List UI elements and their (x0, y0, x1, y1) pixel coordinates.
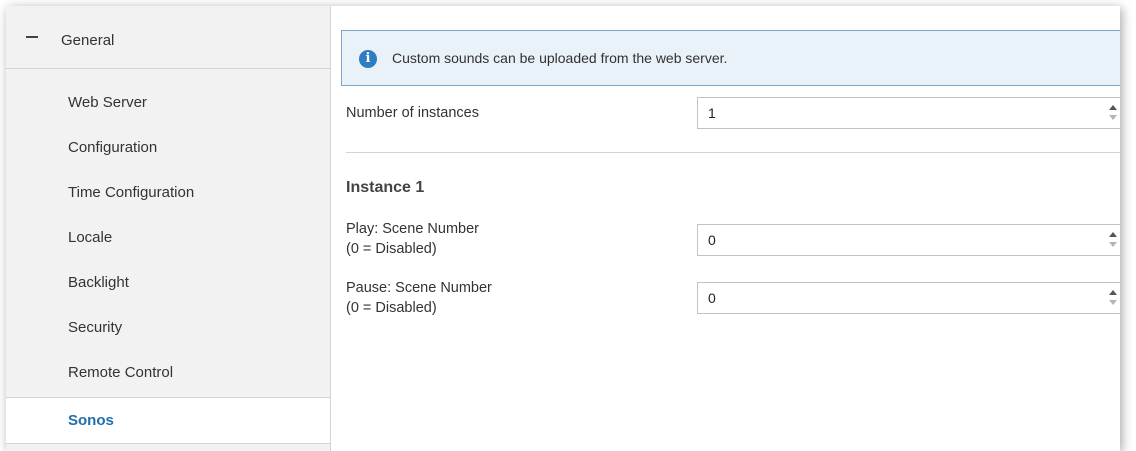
sidebar-nav: Web Server Configuration Time Configurat… (6, 80, 330, 444)
sidebar-group-label: General (61, 32, 115, 49)
stepper-arrows[interactable] (1109, 230, 1117, 250)
sidebar-item-configuration[interactable]: Configuration (6, 125, 330, 170)
sidebar: General Web Server Configuration Time Co… (6, 6, 331, 451)
sidebar-item-sonos[interactable]: Sonos (6, 397, 330, 444)
sidebar-item-backlight[interactable]: Backlight (6, 260, 330, 305)
play-scene-stepper[interactable]: 0 (697, 224, 1120, 256)
sidebar-item-locale[interactable]: Locale (6, 215, 330, 260)
pause-scene-label-line2: (0 = Disabled) (346, 300, 437, 316)
pause-scene-stepper[interactable]: 0 (697, 282, 1120, 314)
collapse-icon[interactable] (26, 36, 38, 38)
stepper-arrows[interactable] (1109, 103, 1117, 123)
sidebar-group-general[interactable]: General (6, 6, 330, 69)
instances-stepper[interactable]: 1 (697, 97, 1120, 129)
sidebar-item-time-configuration[interactable]: Time Configuration (6, 170, 330, 215)
decrement-icon[interactable] (1109, 242, 1117, 247)
increment-icon[interactable] (1109, 232, 1117, 237)
pause-scene-label: Pause: Scene Number (0 = Disabled) (346, 278, 492, 318)
play-scene-value[interactable]: 0 (708, 232, 716, 248)
play-scene-label-line1: Play: Scene Number (346, 221, 479, 237)
sidebar-item-security[interactable]: Security (6, 305, 330, 350)
divider (346, 152, 1120, 153)
sidebar-item-remote-control[interactable]: Remote Control (6, 350, 330, 395)
instances-value[interactable]: 1 (708, 105, 716, 121)
play-scene-label: Play: Scene Number (0 = Disabled) (346, 219, 479, 259)
section-title: Instance 1 (346, 179, 425, 196)
decrement-icon[interactable] (1109, 115, 1117, 120)
info-text: Custom sounds can be uploaded from the w… (392, 50, 728, 66)
sidebar-item-web-server[interactable]: Web Server (6, 80, 330, 125)
stepper-arrows[interactable] (1109, 288, 1117, 308)
info-icon: i (359, 50, 377, 68)
pause-scene-label-line1: Pause: Scene Number (346, 280, 492, 296)
window: General Web Server Configuration Time Co… (6, 6, 1120, 451)
pause-scene-value[interactable]: 0 (708, 290, 716, 306)
decrement-icon[interactable] (1109, 300, 1117, 305)
info-banner: i Custom sounds can be uploaded from the… (341, 30, 1120, 86)
increment-icon[interactable] (1109, 105, 1117, 110)
increment-icon[interactable] (1109, 290, 1117, 295)
play-scene-label-line2: (0 = Disabled) (346, 241, 437, 257)
instances-label: Number of instances (346, 105, 479, 121)
